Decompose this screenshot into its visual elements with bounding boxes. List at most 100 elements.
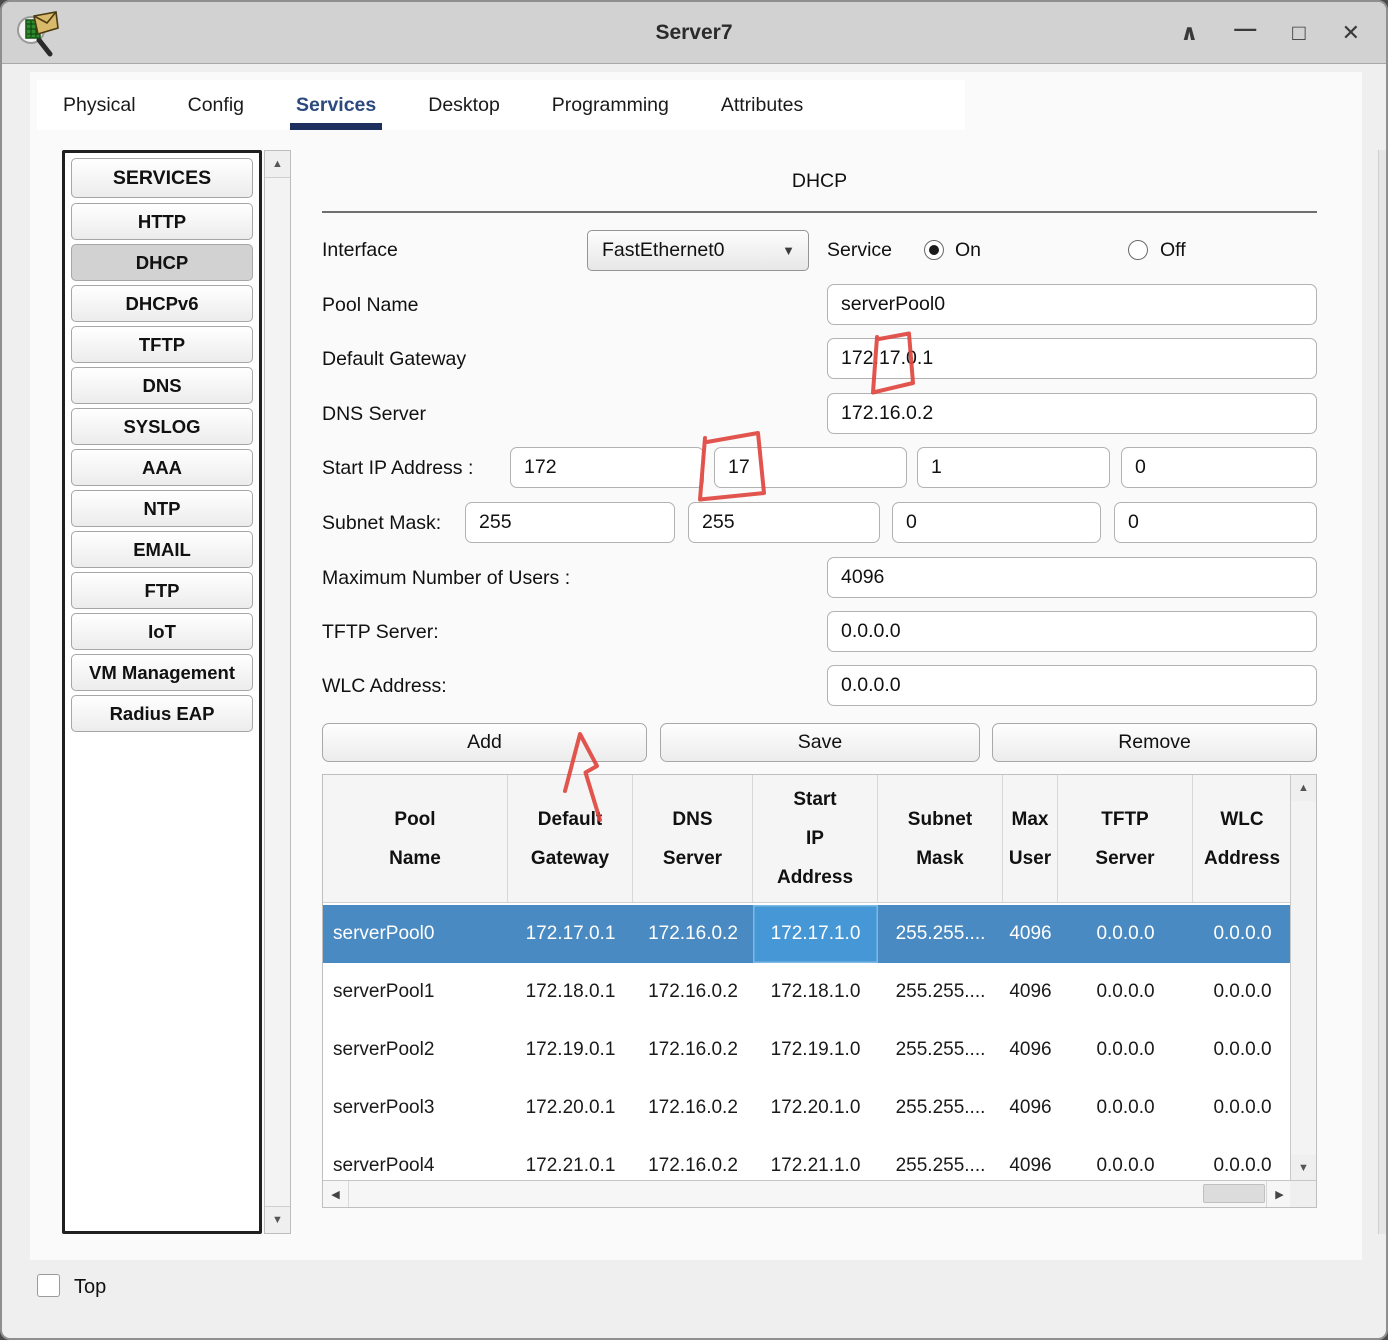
column-header-wlc-address[interactable]: WLC Address	[1193, 775, 1292, 902]
panel-edge-scrollbar[interactable]	[1378, 150, 1386, 1234]
add-button[interactable]: Add	[322, 723, 647, 762]
table-row[interactable]: serverPool3172.20.0.1172.16.0.2172.20.1.…	[323, 1079, 1292, 1137]
scroll-up-icon[interactable]: ▲	[1291, 775, 1316, 801]
table-vertical-scrollbar[interactable]: ▲ ▼	[1290, 775, 1316, 1181]
dns-server-input[interactable]	[827, 393, 1317, 434]
table-cell[interactable]: 172.16.0.2	[633, 1079, 753, 1137]
subnet-mask-octet-4[interactable]	[1114, 502, 1317, 543]
scrollbar-thumb[interactable]	[1203, 1184, 1265, 1203]
sidebar-item-radius-eap[interactable]: Radius EAP	[71, 695, 253, 732]
table-cell[interactable]: 255.255....	[878, 963, 1003, 1021]
sidebar-item-tftp[interactable]: TFTP	[71, 326, 253, 363]
service-on-radio[interactable]	[924, 240, 944, 260]
default-gateway-input[interactable]	[827, 338, 1317, 379]
table-cell[interactable]: 255.255....	[878, 1137, 1003, 1181]
table-cell[interactable]: 172.21.0.1	[508, 1137, 633, 1181]
table-cell[interactable]: serverPool3	[323, 1079, 508, 1137]
table-cell[interactable]: 0.0.0.0	[1058, 905, 1193, 963]
scroll-down-icon[interactable]: ▼	[265, 1206, 290, 1233]
table-cell[interactable]: 0.0.0.0	[1193, 1021, 1292, 1079]
scroll-left-icon[interactable]: ◀	[323, 1181, 349, 1207]
table-cell[interactable]: 0.0.0.0	[1058, 1021, 1193, 1079]
tab-desktop[interactable]: Desktop	[402, 80, 526, 130]
table-cell[interactable]: 172.16.0.2	[633, 963, 753, 1021]
table-cell[interactable]: 172.19.1.0	[753, 1021, 878, 1079]
column-header-default-gateway[interactable]: Default Gateway	[508, 775, 633, 902]
sidebar-item-aaa[interactable]: AAA	[71, 449, 253, 486]
table-cell[interactable]: serverPool4	[323, 1137, 508, 1181]
sidebar-scrollbar[interactable]: ▲ ▼	[264, 150, 291, 1234]
table-cell[interactable]: serverPool1	[323, 963, 508, 1021]
column-header-pool-name[interactable]: Pool Name	[323, 775, 508, 902]
top-checkbox[interactable]	[37, 1274, 60, 1297]
sidebar-item-dns[interactable]: DNS	[71, 367, 253, 404]
max-users-input[interactable]	[827, 557, 1317, 598]
maximize-button[interactable]: □	[1292, 22, 1305, 44]
table-cell[interactable]: serverPool0	[323, 905, 508, 963]
table-cell[interactable]: 0.0.0.0	[1193, 963, 1292, 1021]
table-cell[interactable]: 0.0.0.0	[1193, 1137, 1292, 1181]
remove-button[interactable]: Remove	[992, 723, 1317, 762]
table-cell[interactable]: 4096	[1003, 1079, 1058, 1137]
tab-physical[interactable]: Physical	[37, 80, 162, 130]
wlc-address-input[interactable]	[827, 665, 1317, 706]
column-header-dns-server[interactable]: DNS Server	[633, 775, 753, 902]
table-cell[interactable]: 172.21.1.0	[753, 1137, 878, 1181]
subnet-mask-octet-3[interactable]	[892, 502, 1101, 543]
table-cell[interactable]: 172.20.1.0	[753, 1079, 878, 1137]
tab-attributes[interactable]: Attributes	[695, 80, 829, 130]
column-header-max-user[interactable]: Max User	[1003, 775, 1058, 902]
table-cell[interactable]: 4096	[1003, 963, 1058, 1021]
table-cell[interactable]: 255.255....	[878, 1021, 1003, 1079]
table-row[interactable]: serverPool2172.19.0.1172.16.0.2172.19.1.…	[323, 1021, 1292, 1079]
sidebar-item-email[interactable]: EMAIL	[71, 531, 253, 568]
close-button[interactable]: ✕	[1342, 22, 1360, 44]
table-cell[interactable]: 0.0.0.0	[1193, 905, 1292, 963]
table-cell[interactable]: 172.19.0.1	[508, 1021, 633, 1079]
start-ip-octet-3[interactable]	[917, 447, 1110, 488]
column-header-start-ip-address[interactable]: Start IP Address	[753, 775, 878, 902]
table-cell[interactable]: 172.20.0.1	[508, 1079, 633, 1137]
table-row[interactable]: serverPool1172.18.0.1172.16.0.2172.18.1.…	[323, 963, 1292, 1021]
service-off-radio[interactable]	[1128, 240, 1148, 260]
table-horizontal-scrollbar[interactable]: ◀ ▶	[323, 1180, 1292, 1207]
column-header-tftp-server[interactable]: TFTP Server	[1058, 775, 1193, 902]
table-cell[interactable]: 4096	[1003, 1137, 1058, 1181]
table-cell[interactable]: 0.0.0.0	[1058, 1137, 1193, 1181]
table-row[interactable]: serverPool4172.21.0.1172.16.0.2172.21.1.…	[323, 1137, 1292, 1181]
subnet-mask-octet-2[interactable]	[688, 502, 880, 543]
sidebar-item-vm-management[interactable]: VM Management	[71, 654, 253, 691]
start-ip-octet-4[interactable]	[1121, 447, 1317, 488]
table-cell[interactable]: 4096	[1003, 1021, 1058, 1079]
start-ip-octet-1[interactable]	[510, 447, 704, 488]
column-header-subnet-mask[interactable]: Subnet Mask	[878, 775, 1003, 902]
sidebar-item-iot[interactable]: IoT	[71, 613, 253, 650]
table-cell[interactable]: 0.0.0.0	[1058, 1079, 1193, 1137]
table-cell[interactable]: 0.0.0.0	[1193, 1079, 1292, 1137]
sidebar-item-syslog[interactable]: SYSLOG	[71, 408, 253, 445]
sidebar-item-ftp[interactable]: FTP	[71, 572, 253, 609]
sidebar-item-http[interactable]: HTTP	[71, 203, 253, 240]
sidebar-item-dhcp[interactable]: DHCP	[71, 244, 253, 281]
tab-programming[interactable]: Programming	[526, 80, 695, 130]
sidebar-item-ntp[interactable]: NTP	[71, 490, 253, 527]
start-ip-octet-2[interactable]	[714, 447, 907, 488]
table-cell[interactable]: 172.16.0.2	[633, 1137, 753, 1181]
sidebar-item-dhcpv6[interactable]: DHCPv6	[71, 285, 253, 322]
table-cell[interactable]: 255.255....	[878, 905, 1003, 963]
tab-config[interactable]: Config	[162, 80, 270, 130]
table-cell[interactable]: 255.255....	[878, 1079, 1003, 1137]
table-cell[interactable]: 0.0.0.0	[1058, 963, 1193, 1021]
interface-select[interactable]: FastEthernet0 ▼	[587, 230, 809, 271]
table-cell[interactable]: 172.18.0.1	[508, 963, 633, 1021]
title-bar[interactable]: Server7 ∧—□✕	[2, 2, 1386, 64]
table-cell[interactable]: 172.16.0.2	[633, 905, 753, 963]
table-cell[interactable]: 172.17.0.1	[508, 905, 633, 963]
table-cell[interactable]: 4096	[1003, 905, 1058, 963]
tftp-server-input[interactable]	[827, 611, 1317, 652]
table-cell[interactable]: 172.16.0.2	[633, 1021, 753, 1079]
subnet-mask-octet-1[interactable]	[465, 502, 675, 543]
scroll-right-icon[interactable]: ▶	[1266, 1181, 1292, 1207]
table-row[interactable]: serverPool0172.17.0.1172.16.0.2172.17.1.…	[323, 905, 1292, 963]
shade-button[interactable]: ∧	[1180, 22, 1198, 44]
